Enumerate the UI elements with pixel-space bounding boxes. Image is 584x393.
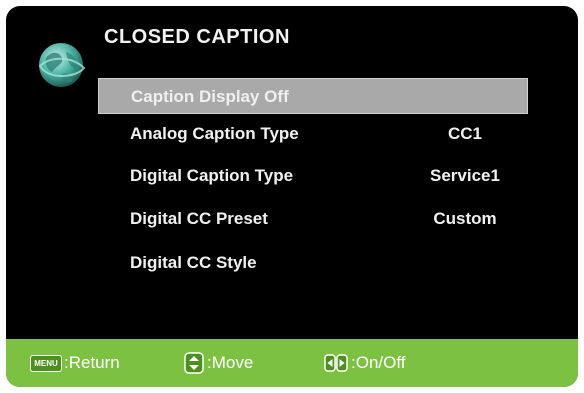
globe-icon [38,43,86,87]
menu-item-label: Digital Caption Type [130,166,294,185]
menu-item-caption-display[interactable]: Caption Display Off [98,78,528,114]
menu-item-value: Custom [433,209,497,228]
left-right-arrows-icon [324,354,348,372]
move-hint-label: :Move [207,353,254,372]
onoff-hint: :On/Off [324,352,406,374]
menu-item-digital-cc-style[interactable]: Digital CC Style [98,245,528,281]
menu-item-label: Caption Display Off [131,87,289,106]
menu-item-analog-caption-type[interactable]: Analog Caption Type CC1 [98,116,528,152]
footer-hint-bar: MENU :Return :Move :On/Off [6,339,578,387]
move-hint: :Move [184,352,253,374]
menu-key-icon: MENU [30,354,62,372]
onoff-hint-label: :On/Off [351,353,406,372]
menu-item-value: Service1 [430,166,500,185]
menu-item-value: CC1 [447,124,482,143]
return-hint: MENU :Return [30,352,120,374]
menu-item-label: Digital CC Style [130,253,257,272]
closed-caption-osd: CLOSED CAPTION Caption Display Off Analo… [6,6,578,387]
menu-title: CLOSED CAPTION [104,26,290,48]
menu-item-label: Analog Caption Type [130,124,299,143]
return-hint-label: :Return [64,353,120,372]
up-down-arrows-icon [184,352,204,374]
menu-item-label: Digital CC Preset [130,209,268,228]
menu-item-digital-cc-preset[interactable]: Digital CC Preset Custom [98,201,528,237]
menu-item-digital-caption-type[interactable]: Digital Caption Type Service1 [98,158,528,194]
